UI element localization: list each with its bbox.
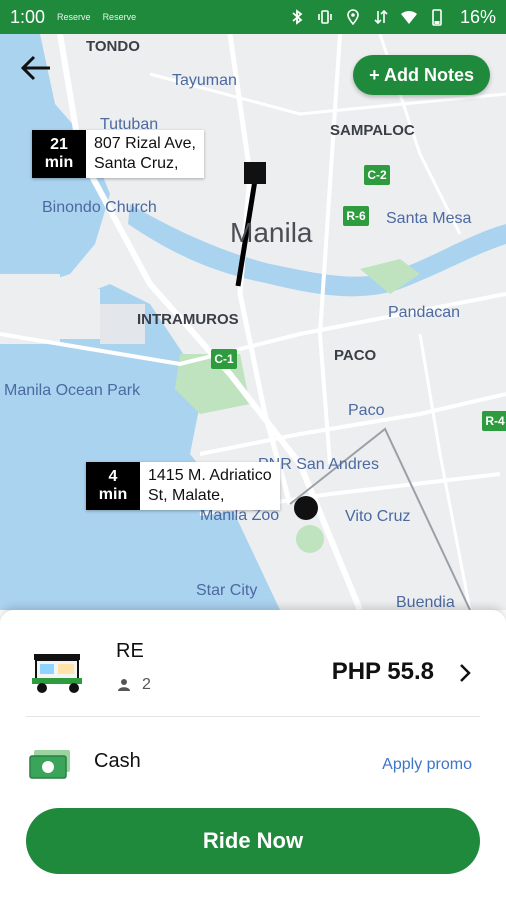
dropoff-marker: [294, 496, 318, 520]
data-transfer-icon: [374, 9, 388, 25]
person-icon: [118, 679, 130, 691]
chevron-right-icon[interactable]: [456, 660, 474, 686]
map-label: Santa Mesa: [386, 210, 472, 227]
payment-method-label: Cash: [94, 750, 141, 772]
map-label: Buendia: [396, 594, 455, 610]
pickup-eta: 21 min: [32, 130, 86, 178]
passenger-count: 2: [116, 676, 151, 694]
dropoff-address-line: 1415 M. Adriatico: [148, 467, 272, 484]
road-badge: R-6: [343, 206, 369, 226]
vibrate-icon: [318, 10, 332, 24]
road-badge: C-2: [364, 165, 390, 185]
tricycle-icon: [32, 654, 82, 693]
add-notes-label: + Add Notes: [369, 64, 474, 85]
ride-now-button[interactable]: Ride Now: [26, 808, 480, 874]
pickup-label: 21 min 807 Rizal Ave, Santa Cruz,: [32, 130, 204, 178]
battery-percentage: 16%: [459, 6, 496, 27]
cash-icon: [29, 750, 70, 779]
ride-now-label: Ride Now: [202, 828, 304, 853]
battery-icon: [432, 9, 442, 26]
road-badge: R-4: [482, 411, 506, 431]
status-time: 1:00: [10, 6, 46, 27]
map-label: SAMPALOC: [330, 122, 415, 139]
dropoff-eta-unit: min: [98, 486, 128, 503]
pickup-address: 807 Rizal Ave, Santa Cruz,: [86, 130, 204, 178]
pickup-eta-unit: min: [44, 154, 74, 171]
map-label: TONDO: [86, 38, 140, 55]
booking-sheet: RE 2 PHP 55.8 Cash Apply promo Ride Now: [0, 610, 506, 900]
ride-price: PHP 55.8: [331, 658, 434, 685]
ride-type-name: RE: [116, 640, 144, 662]
bluetooth-icon: [292, 9, 303, 25]
map-label: INTRAMUROS: [137, 311, 239, 328]
ride-option[interactable]: RE 2 PHP 55.8: [0, 610, 506, 728]
dropoff-address-line: St, Malate,: [148, 487, 225, 504]
map-label: Star City: [196, 582, 258, 599]
dropoff-eta-value: 4: [108, 468, 118, 485]
map-label: Paco: [348, 402, 385, 419]
wifi-icon: [400, 10, 417, 24]
pickup-address-line: 807 Rizal Ave,: [94, 135, 196, 152]
status-bar: 1:00 Reserve Reserve 16%: [0, 0, 506, 34]
status-notification: Reserve: [102, 12, 137, 22]
add-notes-button[interactable]: + Add Notes: [353, 55, 490, 95]
status-notification: Reserve: [57, 12, 91, 22]
dropoff-eta: 4 min: [86, 462, 140, 510]
pickup-address-line: Santa Cruz,: [94, 155, 179, 172]
map-label: Pandacan: [388, 304, 461, 321]
map-view[interactable]: + Add Notes TONDO Tayuman Tutuban SAMPAL…: [0, 34, 506, 610]
dropoff-label: 4 min 1415 M. Adriatico St, Malate,: [86, 462, 280, 510]
dropoff-address: 1415 M. Adriatico St, Malate,: [140, 462, 280, 510]
back-button[interactable]: [20, 54, 68, 94]
map-label: Binondo Church: [42, 199, 157, 216]
apply-promo-link[interactable]: Apply promo: [382, 756, 472, 774]
map-label: Vito Cruz: [345, 508, 411, 525]
road-badge: C-1: [211, 349, 237, 369]
map-label: PACO: [334, 347, 377, 364]
payment-method-row[interactable]: Cash Apply promo: [0, 728, 506, 808]
map-label: Manila Ocean Park: [4, 382, 141, 399]
pickup-marker: [244, 162, 266, 184]
pickup-eta-value: 21: [50, 136, 68, 153]
passenger-count-value: 2: [142, 676, 151, 693]
divider: [26, 716, 480, 717]
arrow-left-icon: [20, 55, 50, 81]
map-label: Tayuman: [172, 72, 237, 89]
location-icon: [347, 9, 359, 26]
map-label: Manila: [230, 217, 313, 248]
